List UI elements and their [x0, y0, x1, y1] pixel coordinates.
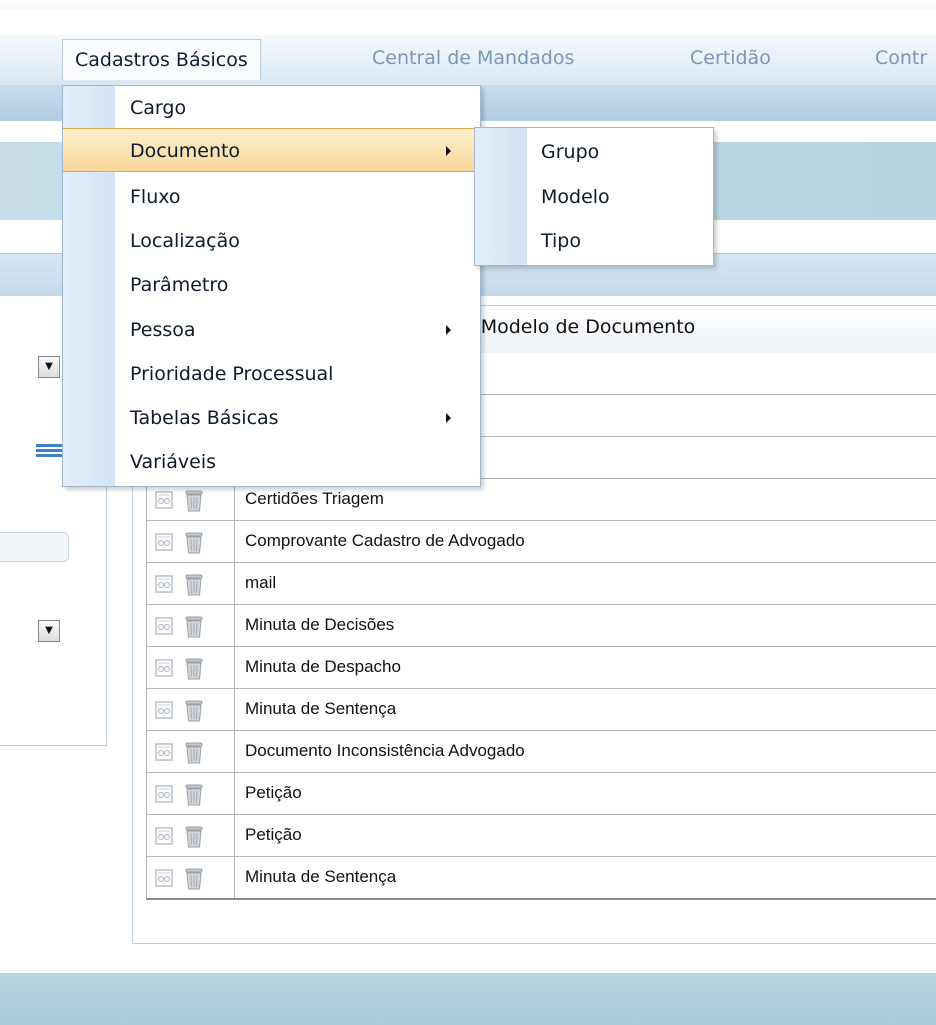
trash-icon[interactable]	[183, 614, 205, 638]
edit-icon[interactable]	[155, 490, 173, 510]
edit-icon[interactable]	[155, 868, 173, 888]
submenu-arrow-icon	[446, 325, 451, 335]
trash-icon[interactable]	[183, 824, 205, 848]
trash-icon[interactable]	[183, 740, 205, 764]
edit-icon[interactable]	[155, 574, 173, 594]
edit-icon[interactable]	[155, 616, 173, 636]
menu-item-label: Tabelas Básicas	[130, 407, 279, 429]
row-actions	[147, 857, 235, 898]
menu-item[interactable]: Fluxo	[63, 175, 480, 219]
cadastros-basicos-dropdown: Cargo Documento Fluxo Localização Parâmetro P…	[62, 85, 481, 487]
menu-item-label: Parâmetro	[130, 274, 229, 296]
edit-icon[interactable]	[155, 658, 173, 678]
menu-item[interactable]: Cargo	[63, 86, 480, 130]
trash-icon[interactable]	[183, 782, 205, 806]
row-description: Minuta de Sentença	[245, 867, 397, 886]
row-actions	[147, 563, 235, 604]
menu-item[interactable]: Parâmetro	[63, 263, 480, 307]
table-row[interactable]: mail	[146, 563, 936, 605]
row-description: Minuta de Sentença	[245, 699, 397, 718]
menu-item-label: Cargo	[130, 97, 187, 119]
table-row[interactable]: Minuta de Despacho	[146, 647, 936, 689]
edit-icon[interactable]	[155, 532, 173, 552]
menu-item-label: Pessoa	[130, 319, 196, 341]
edit-icon[interactable]	[155, 742, 173, 762]
row-actions	[147, 521, 235, 562]
edit-icon[interactable]	[155, 784, 173, 804]
menu-item[interactable]: Prioridade Processual	[63, 352, 480, 396]
row-description: Petição	[245, 783, 302, 802]
table-row[interactable]: Minuta de Decisões	[146, 605, 936, 647]
row-actions	[147, 647, 235, 688]
trash-icon[interactable]	[183, 488, 205, 512]
row-actions	[147, 605, 235, 646]
row-description: Comprovante Cadastro de Advogado	[245, 531, 525, 550]
menu-controle[interactable]: Contr	[875, 47, 927, 69]
trash-icon[interactable]	[183, 530, 205, 554]
row-description: Documento Inconsistência Advogado	[245, 741, 525, 760]
filter-input[interactable]	[0, 532, 69, 562]
row-description: Minuta de Despacho	[245, 657, 401, 676]
menu-item[interactable]: Tabelas Básicas	[63, 396, 480, 440]
submenu-icon-strip	[475, 128, 527, 265]
footer-band	[0, 973, 936, 1025]
submenu-arrow-icon	[446, 413, 451, 423]
menu-item[interactable]: Pessoa	[63, 308, 480, 352]
menu-item[interactable]: Localização	[63, 219, 480, 263]
row-description: Certidões Triagem	[245, 489, 384, 508]
table-row[interactable]: Minuta de Sentença	[146, 689, 936, 731]
top-fade	[0, 0, 936, 10]
table-row[interactable]: Minuta de Sentença	[146, 857, 936, 900]
list-icon[interactable]	[36, 444, 62, 462]
submenu-arrow-icon	[446, 146, 451, 156]
menu-item-label: Documento	[130, 140, 241, 162]
menu-item-label: Prioridade Processual	[130, 363, 334, 385]
table-row[interactable]: Documento Inconsistência Advogado	[146, 731, 936, 773]
dropdown-arrow-icon[interactable]: ▼	[38, 356, 60, 378]
table-row[interactable]: Petição	[146, 815, 936, 857]
menu-item-label: Variáveis	[130, 451, 217, 473]
submenu-item-grupo[interactable]: Grupo	[541, 141, 599, 163]
dropdown-arrow-icon[interactable]: ▼	[38, 620, 60, 642]
row-actions	[147, 731, 235, 772]
row-description: mail	[245, 573, 277, 592]
menu-central-de-mandados[interactable]: Central de Mandados	[372, 47, 574, 69]
row-actions	[147, 689, 235, 730]
menu-cadastros-basicos[interactable]: Cadastros Básicos	[62, 39, 261, 80]
trash-icon[interactable]	[183, 698, 205, 722]
submenu-item-tipo[interactable]: Tipo	[541, 230, 581, 252]
menu-item-label: Localização	[130, 230, 240, 252]
menu-certidao[interactable]: Certidão	[690, 47, 771, 69]
grid-column-header[interactable]: e Modelo de Documento	[463, 316, 695, 338]
menu-item-label: Fluxo	[130, 186, 181, 208]
table-row[interactable]: Comprovante Cadastro de Advogado	[146, 521, 936, 563]
row-actions	[147, 815, 235, 856]
row-description: Petição	[245, 825, 302, 844]
menu-item[interactable]: Documento	[63, 128, 480, 172]
row-actions	[147, 773, 235, 814]
documento-submenu: Grupo Modelo Tipo	[474, 127, 714, 266]
menu-item[interactable]: Variáveis	[63, 440, 480, 484]
table-row[interactable]: Petição	[146, 773, 936, 815]
trash-icon[interactable]	[183, 656, 205, 680]
trash-icon[interactable]	[183, 866, 205, 890]
submenu-item-modelo[interactable]: Modelo	[541, 186, 610, 208]
trash-icon[interactable]	[183, 572, 205, 596]
edit-icon[interactable]	[155, 826, 173, 846]
row-description: Minuta de Decisões	[245, 615, 395, 634]
edit-icon[interactable]	[155, 700, 173, 720]
